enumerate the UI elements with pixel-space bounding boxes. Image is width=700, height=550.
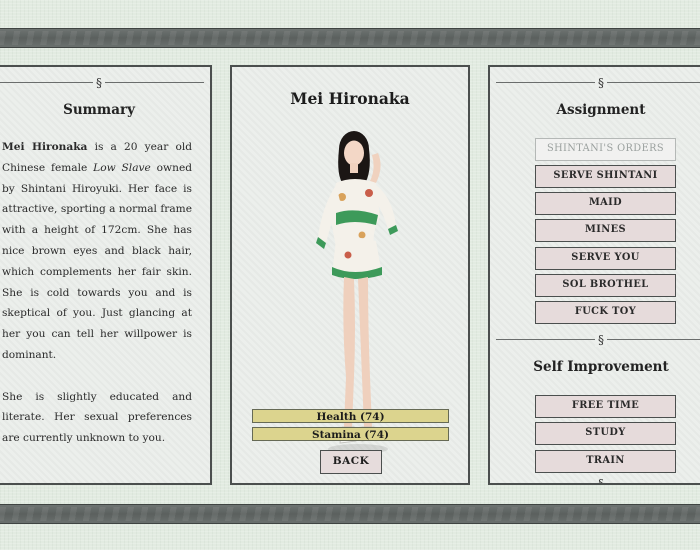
study-button[interactable]: STUDY — [535, 422, 676, 445]
summary-text: Mei Hironaka is a 20 year old Chinese fe… — [2, 137, 192, 470]
health-label: Health (74) — [316, 411, 385, 423]
bottom-decorative-band — [0, 504, 700, 524]
stamina-label: Stamina (74) — [312, 429, 389, 441]
assignment-panel: § Assignment SHINTANI'S ORDERS SERVE SHI… — [488, 65, 700, 485]
assignment-heading: Assignment — [556, 102, 646, 118]
back-button[interactable]: BACK — [320, 450, 382, 474]
stamina-bar: Stamina (74) — [252, 427, 449, 441]
health-bar: Health (74) — [252, 409, 449, 423]
shintanis-orders-button: SHINTANI'S ORDERS — [535, 138, 676, 161]
character-panel: Mei Hironaka Health (74) Stamina (74) BA… — [230, 65, 470, 485]
serve-you-button[interactable]: SERVE YOU — [535, 247, 676, 270]
summary-section-mark: § — [0, 76, 210, 90]
summary-character-name: Mei Hironaka — [2, 141, 88, 153]
summary-paragraph-2: She is slightly educated and literate. H… — [2, 390, 192, 445]
maid-button[interactable]: MAID — [535, 192, 676, 215]
free-time-button[interactable]: FREE TIME — [535, 395, 676, 418]
serve-shintani-button[interactable]: SERVE SHINTANI — [535, 165, 676, 188]
self-improvement-section-mark: § — [490, 333, 700, 347]
summary-heading: Summary — [63, 102, 135, 118]
summary-slave-type: Low Slave — [93, 161, 151, 174]
summary-paragraph-1: Mei Hironaka is a 20 year old Chinese fe… — [2, 141, 192, 361]
mines-button[interactable]: MINES — [535, 219, 676, 242]
summary-panel: § Summary Mei Hironaka is a 20 year old … — [0, 65, 212, 485]
sol-brothel-button[interactable]: SOL BROTHEL — [535, 274, 676, 297]
top-decorative-band — [0, 28, 700, 48]
train-button[interactable]: TRAIN — [535, 450, 676, 473]
assignment-section-mark: § — [490, 76, 700, 90]
character-name: Mei Hironaka — [290, 89, 410, 108]
self-improvement-heading: Self Improvement — [533, 359, 669, 375]
fuck-toy-button[interactable]: FUCK TOY — [535, 301, 676, 324]
bottom-section-mark: § — [598, 477, 604, 485]
